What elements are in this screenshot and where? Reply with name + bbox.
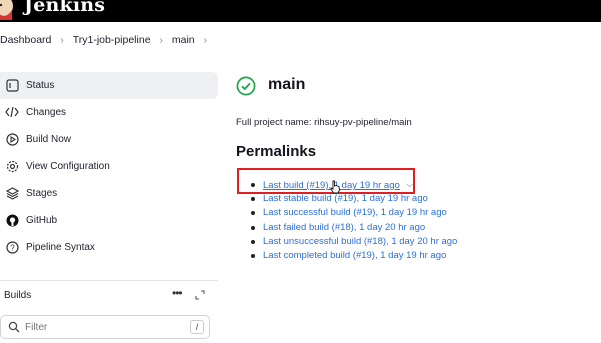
permalinks-heading: Permalinks <box>236 143 317 160</box>
list-item: Last stable build (#19), 1 day 19 hr ago <box>250 192 457 206</box>
sidebar: Status Changes Build Now View Configurat… <box>0 72 218 261</box>
keyboard-shortcut-hint: / <box>190 320 204 334</box>
page-title: main <box>268 76 306 93</box>
expand-icon[interactable] <box>195 290 205 300</box>
sidebar-divider <box>0 280 218 281</box>
list-item: Last successful build (#19), 1 day 19 hr… <box>250 206 457 220</box>
sidebar-item-label: View Configuration <box>26 161 110 172</box>
sidebar-item-status[interactable]: Status <box>0 72 218 99</box>
sidebar-item-build-now[interactable]: Build Now <box>0 126 218 153</box>
sidebar-item-stages[interactable]: Stages <box>0 180 218 207</box>
highlight-box <box>237 168 415 194</box>
hand-cursor-icon <box>330 180 340 194</box>
chevron-right-icon[interactable]: › <box>204 35 207 46</box>
permalink-last-failed-build[interactable]: Last failed build (#18), 1 day 20 hr ago <box>263 222 425 233</box>
filter-input[interactable] <box>25 320 175 334</box>
sidebar-item-label: Pipeline Syntax <box>26 242 95 253</box>
help-icon: ? <box>5 240 19 254</box>
full-project-name: Full project name: rihsuy-pv-pipeline/ma… <box>236 117 412 128</box>
sidebar-item-label: Stages <box>26 188 58 199</box>
sidebar-item-github[interactable]: GitHub <box>0 207 218 234</box>
jenkins-logo-icon[interactable] <box>0 0 14 20</box>
gear-icon <box>5 159 19 173</box>
sidebar-item-changes[interactable]: Changes <box>0 99 218 126</box>
list-item: Last failed build (#18), 1 day 20 hr ago <box>250 221 457 235</box>
list-item: Last completed build (#19), 1 day 19 hr … <box>250 249 457 263</box>
sidebar-item-label: Status <box>26 80 55 91</box>
permalink-last-unsuccessful-build[interactable]: Last unsuccessful build (#18), 1 day 20 … <box>263 236 457 247</box>
sidebar-item-label: Build Now <box>26 134 72 145</box>
chevron-right-icon: › <box>60 34 64 46</box>
sidebar-item-label: GitHub <box>26 215 58 226</box>
permalink-last-successful-build[interactable]: Last successful build (#19), 1 day 19 hr… <box>263 207 447 218</box>
permalink-last-stable-build[interactable]: Last stable build (#19), 1 day 19 hr ago <box>263 193 428 204</box>
chevron-right-icon: › <box>159 34 163 46</box>
builds-filter[interactable]: / <box>0 315 210 339</box>
breadcrumb-job[interactable]: Try1-job-pipeline <box>73 34 151 46</box>
github-icon <box>5 213 19 227</box>
code-icon <box>5 105 19 119</box>
breadcrumb: Dashboard › Try1-job-pipeline › main › <box>0 30 216 50</box>
top-header-bar: Jenkins <box>0 0 601 22</box>
sidebar-item-pipeline-syntax[interactable]: ? Pipeline Syntax <box>0 234 218 261</box>
breadcrumb-dashboard[interactable]: Dashboard <box>0 34 51 46</box>
play-icon <box>5 132 19 146</box>
search-icon <box>8 321 20 333</box>
permalink-last-completed-build[interactable]: Last completed build (#19), 1 day 19 hr … <box>263 250 446 261</box>
status-icon <box>5 78 19 92</box>
jenkins-brand[interactable]: Jenkins <box>24 0 105 16</box>
more-options-icon[interactable]: ••• <box>172 286 183 300</box>
sidebar-item-view-configuration[interactable]: View Configuration <box>0 153 218 180</box>
success-check-icon <box>236 76 256 96</box>
sidebar-item-label: Changes <box>26 107 67 118</box>
breadcrumb-branch[interactable]: main <box>172 34 195 46</box>
builds-heading: Builds <box>4 290 32 301</box>
stack-icon <box>5 186 19 200</box>
list-item: Last unsuccessful build (#18), 1 day 20 … <box>250 235 457 249</box>
svg-text:?: ? <box>10 243 15 252</box>
